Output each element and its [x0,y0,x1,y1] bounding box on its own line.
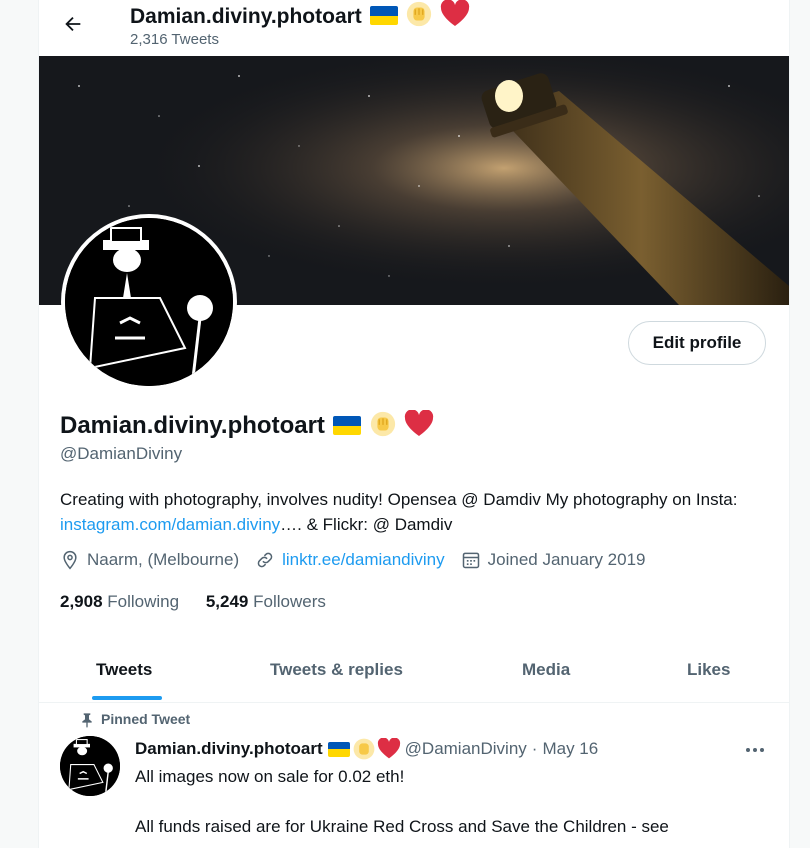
red-heart-icon [405,410,434,436]
following-label: Following [107,592,180,611]
pin-icon [82,713,92,728]
tweet-avatar-image [60,736,120,796]
followers-count: 5,249 [205,592,249,611]
profile-tabs: Tweets Tweets & replies Media Likes [39,638,789,703]
red-heart-icon [377,738,400,759]
joined-text: Joined January 2019 [487,550,646,569]
profile-handle: @DamianDiviny [60,444,183,463]
profile-column: Damian.diviny.photoart 2,316 Tweets Edit… [38,0,790,848]
website-link[interactable]: linktr.ee/damiandiviny [282,550,445,570]
pinned-label-text: Pinned Tweet [101,711,191,727]
tab-media[interactable]: Media [522,638,570,702]
ukraine-flag-icon [369,6,398,25]
profile-bio: Creating with photography, involves nudi… [60,487,770,537]
more-icon [746,748,764,752]
ukraine-flag-icon [332,416,361,435]
bio-instagram-link[interactable]: instagram.com/damian.diviny [60,515,280,534]
avatar-image [65,218,233,386]
tweet-author-avatar[interactable] [60,736,120,796]
edit-profile-button[interactable]: Edit profile [628,321,766,365]
tab-tweets[interactable]: Tweets [96,638,152,702]
profile-avatar[interactable] [61,214,237,390]
top-bar: Damian.diviny.photoart 2,316 Tweets [39,0,789,56]
back-button[interactable] [55,6,91,42]
profile-meta: Naarm, (Melbourne) linktr.ee/damiandivin… [60,550,661,570]
profile-name: Damian.diviny.photoart [60,410,434,440]
pinned-tweet-label: Pinned Tweet [82,711,191,728]
tweet-author-name[interactable]: Damian.diviny.photoart [135,739,323,759]
tab-likes[interactable]: Likes [687,638,730,702]
profile-name-text: Damian.diviny.photoart [60,412,325,439]
location-text: Naarm, (Melbourne) [87,550,240,569]
tweet-more-button[interactable] [741,736,769,764]
bio-text-end: …. & Flickr: @ Damdiv [280,515,453,534]
follow-stats: 2,908 Following 5,249 Followers [60,592,326,612]
tweet-separator: · [531,739,538,758]
calendar-icon [462,552,479,569]
tweet-author-handle[interactable]: @DamianDiviny [405,739,527,759]
tweet-count: 2,316 Tweets [130,31,219,48]
link-icon [257,552,273,568]
bio-text: Creating with photography, involves nudi… [60,490,738,509]
raised-fist-icon [406,1,431,27]
location-pin-icon [63,550,77,570]
followers-label: Followers [253,592,326,611]
tweet-header: Damian.diviny.photoart @DamianDiviny · M… [135,737,598,761]
tweet-date[interactable]: May 16 [542,739,598,759]
tab-tweets-replies[interactable]: Tweets & replies [270,638,403,702]
following-count: 2,908 [60,592,103,611]
header-title: Damian.diviny.photoart [130,0,470,31]
raised-fist-icon [370,411,395,437]
header-name-text: Damian.diviny.photoart [130,5,362,28]
red-heart-icon [440,0,469,26]
ukraine-flag-icon [327,741,350,757]
raised-fist-icon [353,738,375,760]
followers-link[interactable]: 5,249 Followers [206,592,326,611]
active-tab-indicator [92,696,162,700]
tweet-text: All images now on sale for 0.02 eth! All… [135,767,669,836]
back-arrow-icon [65,16,81,32]
following-link[interactable]: 2,908 Following [60,592,179,611]
